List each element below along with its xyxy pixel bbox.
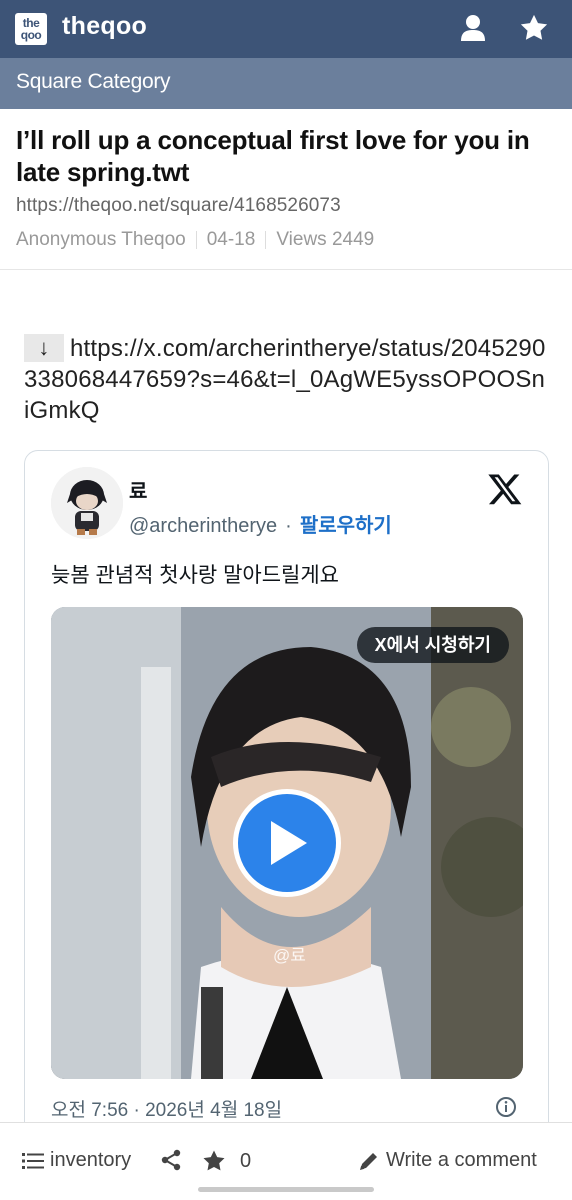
star-icon[interactable] [518,12,550,44]
video-watermark: @료 [273,946,306,965]
tweet-author-name[interactable]: 료 [129,475,147,504]
share-icon [161,1149,181,1171]
star-icon [203,1150,225,1171]
down-arrow-icon: ↓ [24,334,64,362]
inventory-label: inventory [50,1149,132,1171]
tweet-handle-row: @archerintherye · 팔로우하기 [129,509,392,538]
embedded-tweet[interactable]: 료 @archerintherye · 팔로우하기 늦봄 관념적 첫사랑 말아드릴게… [24,450,549,1150]
post-url[interactable]: https://theqoo.net/square/4168526073 [16,195,341,217]
write-comment-label: Write a comment [386,1149,537,1171]
user-icon[interactable] [457,12,489,44]
follow-button[interactable]: 팔로우하기 [300,515,392,537]
site-name[interactable]: theqoo [62,12,147,41]
category-label: Square Category [16,70,171,93]
pencil-icon [360,1152,377,1170]
tweet-video[interactable]: X에서 시청하기 @료 [51,607,523,1079]
x-logo-icon[interactable] [487,471,523,507]
inventory-button[interactable]: inventory [22,1149,131,1172]
meta-divider [265,231,267,249]
tweet-handle[interactable]: @archerintherye [129,515,277,537]
tweet-text: 늦봄 관념적 첫사랑 말아드릴게요 [51,564,339,587]
meta-divider [195,231,197,249]
post-views: Views 2449 [276,229,375,250]
header-divider [0,269,572,270]
site-logo[interactable]: the qoo [15,13,47,45]
handle-separator: · [285,515,292,537]
home-indicator[interactable] [198,1187,374,1192]
post-date: 04-18 [206,229,256,250]
watch-on-x-button[interactable]: X에서 시청하기 [356,627,509,663]
list-icon [22,1152,44,1169]
tweet-date[interactable]: 오전 7:56 · 2026년 4월 18일 [51,1095,282,1122]
top-header: the qoo theqoo [0,0,572,58]
share-button[interactable] [160,1149,188,1171]
logo-line-2: qoo [20,28,42,42]
category-bar[interactable]: Square Category [0,58,572,109]
post-title: I’ll roll up a conceptual first love for… [16,125,530,187]
recommend-count: 0 [240,1149,252,1172]
post-meta: Anonymous Theqoo 04-18 Views 2449 [16,229,374,251]
tweet-link[interactable]: https://x.com/archerintherye/status/2045… [24,335,546,424]
write-comment-button[interactable]: Write a comment [358,1149,537,1172]
avatar[interactable] [51,467,123,539]
post-author: Anonymous Theqoo [16,229,186,250]
post-body-link[interactable]: ↓ https://x.com/archerintherye/status/204… [24,333,549,426]
info-icon[interactable] [495,1096,517,1118]
play-icon[interactable] [233,789,341,897]
recommend-button[interactable]: 0 [202,1149,251,1173]
